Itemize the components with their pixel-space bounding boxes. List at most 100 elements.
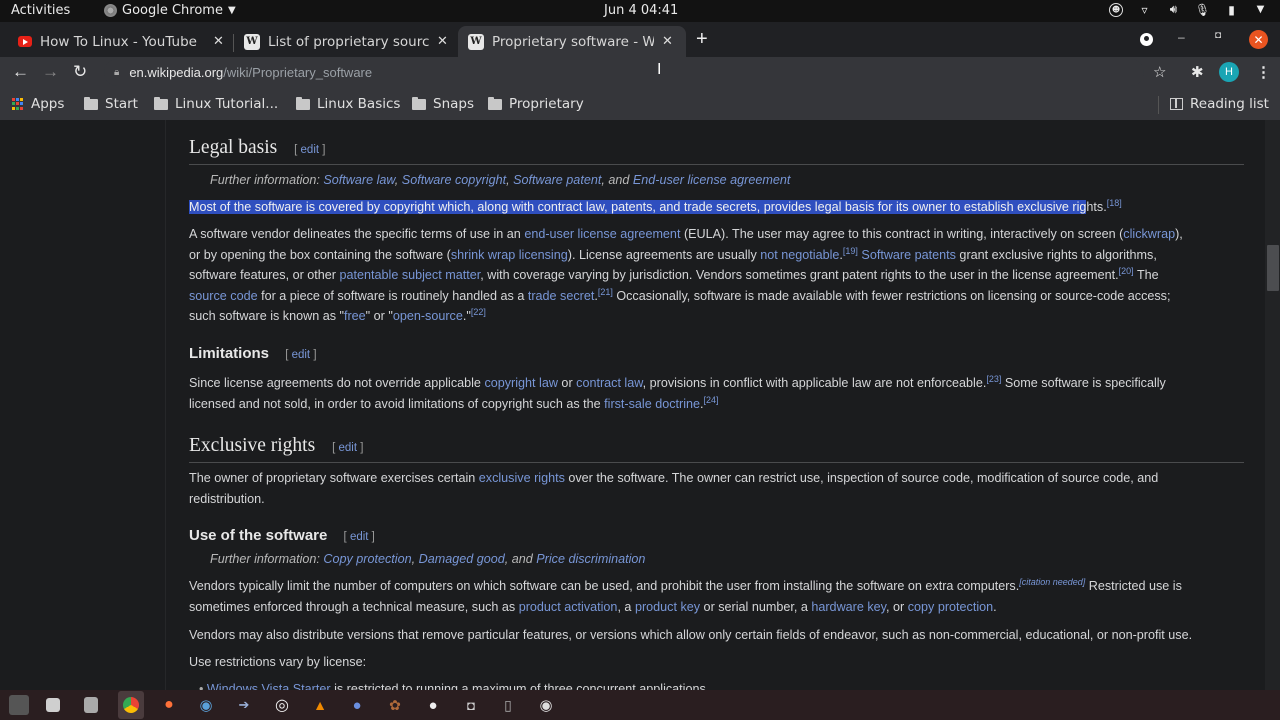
audio-mixer-icon[interactable]: ➔ [234, 695, 254, 715]
link-software-patent[interactable]: Software patent [513, 173, 601, 187]
disc-icon[interactable]: ◉ [536, 695, 556, 715]
close-window-button[interactable]: ✕ [1249, 30, 1268, 49]
bookmark-apps[interactable]: Apps [12, 96, 64, 112]
edit-link[interactable]: edit [301, 144, 320, 156]
google-chrome-dock-icon[interactable] [118, 691, 144, 719]
link-hardware-key[interactable]: hardware key [811, 600, 886, 614]
edit-link[interactable]: edit [338, 442, 357, 454]
link-exclusive-rights[interactable]: exclusive rights [479, 471, 565, 485]
tab-list-of-proprietary[interactable]: W List of proprietary source ✕ [244, 26, 454, 57]
reload-button[interactable]: ↻ [73, 62, 87, 82]
link-product-key[interactable]: product key [635, 600, 700, 614]
page-scrollbar[interactable] [1265, 120, 1280, 690]
link-trade-secret[interactable]: trade secret [528, 289, 595, 303]
disk-utility-icon[interactable] [84, 697, 98, 713]
back-button[interactable]: ← [12, 62, 29, 82]
activities-button[interactable]: Activities [11, 3, 70, 18]
password-manager-icon[interactable]: ● [347, 695, 367, 715]
link-source-code[interactable]: source code [189, 289, 258, 303]
reference-20[interactable]: [20] [1119, 266, 1134, 276]
system-menu-caret-icon[interactable]: ▼ [1253, 2, 1268, 17]
system-top-bar: Activities Google Chrome ▼ Jun 4 04:41 ☻… [0, 0, 1280, 22]
close-tab-icon[interactable]: ✕ [437, 34, 448, 49]
link-not-negotiable[interactable]: not negotiable [760, 248, 839, 262]
reading-list-button[interactable]: Reading list [1170, 96, 1269, 112]
accessibility-icon[interactable]: ☻ [1109, 2, 1123, 17]
extensions-puzzle-icon[interactable]: ✱ [1191, 63, 1204, 81]
link-windows-vista-starter[interactable]: Windows Vista Starter [207, 682, 331, 690]
system-tray[interactable]: ☻ ▿ 🔊︎ 🎙︎ ▮ ▼ [1109, 2, 1268, 17]
link-damaged-good[interactable]: Damaged good [419, 552, 505, 566]
steam-icon[interactable]: ◉ [196, 695, 216, 715]
close-tab-icon[interactable]: ✕ [213, 34, 224, 49]
vscode-icon[interactable]: ● [423, 695, 443, 715]
bookmark-folder-start[interactable]: Start [84, 96, 138, 112]
gimp-icon[interactable]: ✿ [385, 695, 405, 715]
reference-24[interactable]: [24] [704, 394, 719, 404]
link-free[interactable]: free [344, 309, 366, 323]
minimize-button[interactable]: – [1178, 30, 1185, 44]
bookmark-folder-linux-tutorial[interactable]: Linux Tutorial... [154, 96, 278, 112]
profile-avatar[interactable]: H [1219, 62, 1239, 82]
paragraph-exclusive-rights: The owner of proprietary software exerci… [189, 471, 1159, 506]
link-open-source[interactable]: open-source [393, 309, 463, 323]
address-bar[interactable]: 🔒︎ en.wikipedia.org /wiki/Proprietary_so… [104, 59, 1144, 86]
maximize-button[interactable]: ◘ [1215, 30, 1221, 41]
link-copyright-law[interactable]: copyright law [484, 376, 558, 390]
wifi-icon[interactable]: ▿ [1137, 2, 1152, 17]
files-icon[interactable] [46, 698, 60, 712]
selected-text[interactable]: Most of the software is covered by copyr… [189, 200, 1087, 214]
tab-youtube[interactable]: How To Linux - YouTube ✕ [18, 26, 233, 57]
bookmark-folder-proprietary[interactable]: Proprietary [488, 96, 584, 112]
link-software-copyright[interactable]: Software copyright [402, 173, 506, 187]
citation-needed-link[interactable]: [citation needed] [1019, 577, 1085, 587]
link-software-law[interactable]: Software law [323, 173, 394, 187]
battery-icon[interactable]: ▮ [1224, 2, 1239, 17]
edit-section: [ edit ] [294, 144, 326, 156]
reference-23[interactable]: [23] [986, 374, 1001, 384]
link-eula[interactable]: End-user license agreement [633, 173, 791, 187]
heading-text: Use of the software [189, 527, 328, 544]
edit-link[interactable]: edit [292, 349, 311, 361]
volume-icon[interactable]: 🔊︎ [1166, 2, 1181, 17]
bookmark-star-icon[interactable]: ☆ [1153, 63, 1166, 81]
terminal-icon[interactable] [9, 695, 29, 715]
lock-icon[interactable]: 🔒︎ [114, 67, 119, 78]
tab-search-icon[interactable] [1140, 33, 1153, 46]
bookmark-folder-snaps[interactable]: Snaps [412, 96, 474, 112]
app-menu[interactable]: Google Chrome ▼ [104, 3, 236, 18]
screenshot-icon[interactable]: ◘ [461, 695, 481, 715]
link-price-discrimination[interactable]: Price discrimination [536, 552, 645, 566]
forward-button[interactable]: → [42, 62, 59, 82]
usb-creator-icon[interactable]: ▯ [498, 695, 518, 715]
reference-19[interactable]: [19] [843, 245, 858, 255]
new-tab-button[interactable]: + [696, 29, 708, 49]
link-product-activation[interactable]: product activation [519, 600, 618, 614]
reference-21[interactable]: [21] [598, 287, 613, 297]
edit-link[interactable]: edit [350, 531, 369, 543]
bookmark-folder-linux-basics[interactable]: Linux Basics [296, 96, 400, 112]
reference-18[interactable]: [18] [1107, 198, 1122, 208]
link-copy-protection[interactable]: Copy protection [323, 552, 411, 566]
link-contract-law[interactable]: contract law [576, 376, 643, 390]
bookmark-label: Apps [31, 96, 65, 112]
reference-22[interactable]: [22] [471, 307, 486, 317]
link-end-user-license-agreement[interactable]: end-user license agreement [524, 227, 680, 241]
link-copy-protection-inline[interactable]: copy protection [908, 600, 993, 614]
link-patentable-subject-matter[interactable]: patentable subject matter [340, 268, 481, 282]
firefox-icon[interactable]: ● [159, 695, 179, 715]
obs-studio-icon[interactable]: ◎ [272, 695, 292, 715]
tab-proprietary-software[interactable]: W Proprietary software - Wi ✕ [458, 26, 686, 57]
menu-kebab-icon[interactable]: ⋮ [1256, 63, 1271, 81]
link-clickwrap[interactable]: clickwrap [1123, 227, 1175, 241]
link-software-patents[interactable]: Software patents [861, 248, 956, 262]
clock[interactable]: Jun 4 04:41 [604, 3, 678, 18]
link-first-sale-doctrine[interactable]: first-sale doctrine [604, 397, 700, 411]
vlc-icon[interactable]: ▲ [310, 695, 330, 715]
link-shrink-wrap-licensing[interactable]: shrink wrap licensing [451, 248, 568, 262]
hatnote-further-information: Further information: Software law, Softw… [210, 173, 791, 187]
paragraph-versions: Vendors may also distribute versions tha… [189, 628, 1193, 642]
microphone-icon[interactable]: 🎙︎ [1195, 2, 1210, 17]
close-tab-icon[interactable]: ✕ [662, 34, 673, 49]
scrollbar-thumb[interactable] [1267, 245, 1279, 291]
